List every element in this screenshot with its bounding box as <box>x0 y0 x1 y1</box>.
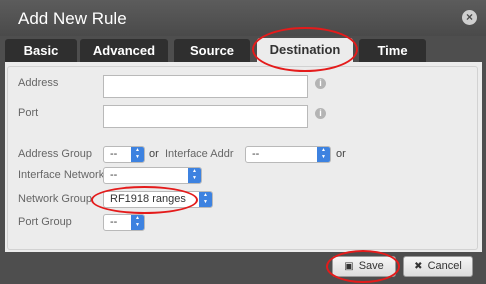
port-input[interactable] <box>103 105 308 128</box>
chevron-updown-icon: ▲ ▼ <box>199 192 212 207</box>
tab-advanced[interactable]: Advanced <box>80 39 168 62</box>
network-group-select[interactable]: RF1918 ranges ▲ ▼ <box>103 191 213 208</box>
tab-content: Address i Port i Address Group -- ▲ ▼ or … <box>5 62 482 252</box>
address-group-value: -- <box>110 148 118 160</box>
interface-network-select[interactable]: -- ▲ ▼ <box>103 167 202 184</box>
save-button[interactable]: ▣ Save <box>332 256 396 277</box>
info-icon: i <box>315 78 326 89</box>
dialog-title: Add New Rule <box>18 9 127 28</box>
chevron-updown-icon: ▲ ▼ <box>131 215 144 230</box>
chevron-updown-icon: ▲ ▼ <box>317 147 330 162</box>
cancel-label: Cancel <box>427 260 462 272</box>
cancel-button[interactable]: ✖ Cancel <box>403 256 473 277</box>
or-text: or <box>149 148 159 160</box>
address-group-label: Address Group <box>18 148 92 160</box>
address-input[interactable] <box>103 75 308 98</box>
chevron-updown-icon: ▲ ▼ <box>188 168 201 183</box>
interface-addr-select[interactable]: -- ▲ ▼ <box>245 146 331 163</box>
interface-addr-value: -- <box>252 148 260 160</box>
port-group-value: -- <box>110 216 118 228</box>
tab-time[interactable]: Time <box>359 39 426 62</box>
network-group-label: Network Group <box>18 193 92 205</box>
interface-network-value: -- <box>110 169 118 181</box>
close-icon[interactable]: × <box>462 10 477 25</box>
tab-basic[interactable]: Basic <box>5 39 77 62</box>
port-group-select[interactable]: -- ▲ ▼ <box>103 214 145 231</box>
address-label: Address <box>18 77 59 89</box>
tab-source[interactable]: Source <box>174 39 250 62</box>
x-icon: ✖ <box>414 261 423 272</box>
floppy-disk-icon: ▣ <box>344 261 354 272</box>
network-group-value: RF1918 ranges <box>110 193 186 205</box>
interface-network-label: Interface Network <box>18 169 105 181</box>
chevron-updown-icon: ▲ ▼ <box>131 147 144 162</box>
port-group-label: Port Group <box>18 216 72 228</box>
add-rule-dialog: Add New Rule × Basic Advanced Source Des… <box>0 0 486 284</box>
port-label: Port <box>18 107 39 119</box>
interface-addr-label: Interface Addr <box>165 148 234 160</box>
save-label: Save <box>358 260 384 272</box>
info-icon: i <box>315 108 326 119</box>
or-text: or <box>336 148 346 160</box>
address-group-select[interactable]: -- ▲ ▼ <box>103 146 145 163</box>
tab-destination[interactable]: Destination <box>257 38 353 64</box>
dialog-titlebar: Add New Rule × <box>0 0 486 36</box>
